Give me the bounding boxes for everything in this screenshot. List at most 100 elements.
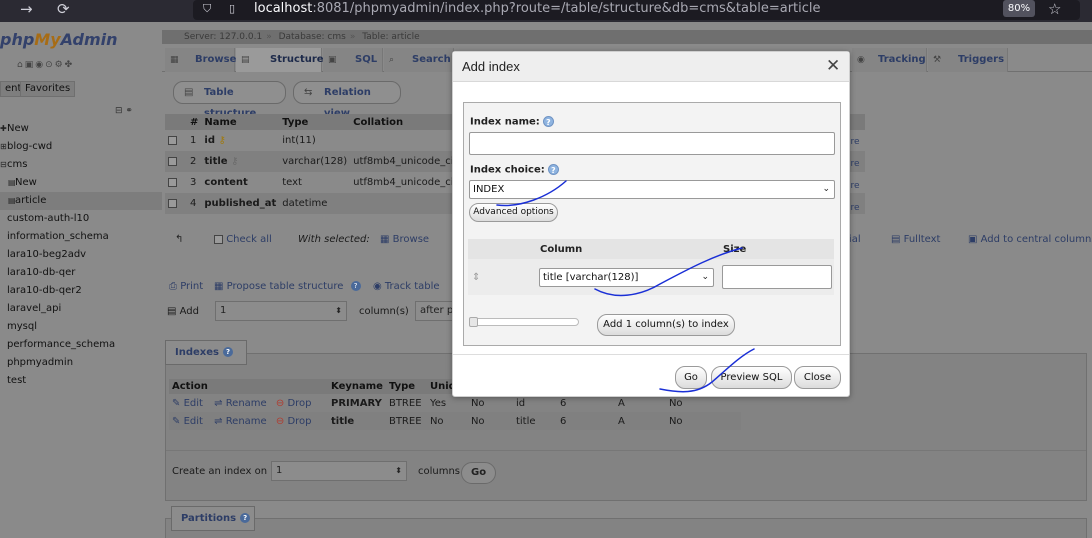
help-icon[interactable]: ? bbox=[222, 347, 233, 357]
help-icon[interactable]: ? bbox=[542, 116, 554, 127]
slider-thumb[interactable] bbox=[469, 317, 478, 327]
chevron-down-icon: ⌄ bbox=[701, 271, 709, 282]
tree-item-db[interactable]: laravel_api bbox=[0, 300, 162, 318]
page-icon: ▯ bbox=[229, 2, 236, 15]
row-checkbox[interactable] bbox=[168, 135, 177, 145]
partitions-fieldset bbox=[165, 518, 1087, 538]
collapse-link-icons[interactable]: ⊟ ⚭ bbox=[115, 106, 133, 116]
drop-icon: ⊖ bbox=[275, 397, 285, 409]
tree-item-db[interactable]: ⊞blog-cwd bbox=[0, 138, 162, 156]
index-name-label: Index name:? bbox=[470, 116, 554, 128]
create-index-go-button[interactable]: Go bbox=[461, 462, 497, 484]
add-columns-to-index-button[interactable]: Add 1 column(s) to index bbox=[597, 314, 735, 336]
with-selected-label: With selected: bbox=[298, 234, 370, 245]
breadcrumb-table[interactable]: Table: article bbox=[362, 32, 419, 42]
tree-item-db[interactable]: phpmyadmin bbox=[0, 354, 162, 372]
rename-index-button[interactable]: ⇌ Rename bbox=[214, 398, 267, 409]
idx-header-keyname: Keyname bbox=[328, 379, 386, 394]
column-header: Column bbox=[535, 239, 718, 259]
propose-structure-button[interactable]: ▦ Propose table structure ? bbox=[214, 281, 361, 295]
dialog-header[interactable]: Add index ✕ bbox=[453, 52, 849, 82]
tree-item-db[interactable]: lara10-beg2adv bbox=[0, 246, 162, 264]
rename-index-button[interactable]: ⇌ Rename bbox=[214, 416, 267, 427]
zoom-badge[interactable]: 80% bbox=[1003, 0, 1035, 17]
tab-sql[interactable]: ▣ SQL bbox=[323, 48, 383, 72]
advanced-options-button[interactable]: Advanced options bbox=[469, 203, 558, 222]
index-size-input[interactable] bbox=[722, 265, 832, 289]
tree-item-db[interactable]: ⊟cms bbox=[0, 156, 162, 174]
index-column-select[interactable]: title [varchar(128)] ⌄ bbox=[539, 267, 714, 287]
table-structure-button[interactable]: ▤Table structure bbox=[173, 81, 286, 119]
relation-view-button[interactable]: ⇆Relation view bbox=[293, 81, 401, 119]
close-button[interactable]: Close bbox=[794, 366, 841, 389]
bookmark-star-icon[interactable]: ☆ bbox=[1048, 0, 1061, 20]
tree-item-new-table[interactable]: ▤New bbox=[0, 174, 162, 192]
tree-item-db[interactable]: lara10-db-qer bbox=[0, 264, 162, 282]
tree-item-db[interactable]: test bbox=[0, 372, 162, 390]
index-key-icon: ⚷ bbox=[231, 156, 239, 167]
row-checkbox[interactable] bbox=[168, 177, 177, 187]
create-index-count-input[interactable]: 1 ⬍ bbox=[271, 461, 407, 481]
phpmyadmin-logo[interactable]: phpMyAdmin bbox=[0, 30, 118, 49]
add-column-count-input[interactable]: 1 ⬍ bbox=[215, 301, 347, 321]
database-tree: ✚New ⊞blog-cwd ⊟cms ▤New ▤article custom… bbox=[0, 120, 162, 390]
tab-favorites[interactable]: Favorites bbox=[20, 81, 76, 97]
tree-item-db[interactable]: custom-auth-l10 bbox=[0, 210, 162, 228]
breadcrumb-database[interactable]: Database: cms bbox=[279, 32, 346, 42]
go-button[interactable]: Go bbox=[675, 366, 707, 389]
row-checkbox[interactable] bbox=[168, 156, 177, 166]
row-checkbox[interactable] bbox=[168, 198, 177, 208]
partitions-legend[interactable]: Partitions? bbox=[171, 506, 255, 531]
create-index-columns-label: columns bbox=[418, 466, 461, 477]
add-after-select[interactable]: after p bbox=[415, 301, 455, 321]
check-all-checkbox[interactable] bbox=[214, 234, 223, 244]
tab-structure[interactable]: ▤ Structure bbox=[236, 48, 324, 72]
tree-item-db[interactable]: mysql bbox=[0, 318, 162, 336]
close-icon[interactable]: ✕ bbox=[826, 55, 840, 77]
tab-browse[interactable]: ▦ Browse bbox=[165, 48, 236, 72]
tree-item-db[interactable]: performance_schema bbox=[0, 336, 162, 354]
drag-handle-icon[interactable]: ⇕ bbox=[472, 272, 480, 283]
reload-icon[interactable]: ⟳ bbox=[57, 0, 70, 20]
col-header-name[interactable]: Name bbox=[201, 114, 280, 130]
drop-index-button[interactable]: ⊖ Drop bbox=[276, 398, 312, 409]
preview-sql-button[interactable]: Preview SQL bbox=[711, 366, 792, 389]
index-form: Index name:? Index choice:? INDEX ⌄ Advan… bbox=[463, 102, 841, 346]
tab-search[interactable]: ⌕ Search bbox=[384, 48, 454, 72]
tree-item-table-active[interactable]: ▤article bbox=[0, 192, 162, 210]
tree-item-new[interactable]: ✚New bbox=[0, 120, 162, 138]
edit-index-button[interactable]: ✎ Edit bbox=[172, 398, 203, 409]
edit-index-button[interactable]: ✎ Edit bbox=[172, 416, 203, 427]
col-header-collation[interactable]: Collation bbox=[350, 114, 457, 130]
column-count-slider[interactable] bbox=[469, 317, 579, 327]
help-icon[interactable]: ? bbox=[547, 164, 559, 175]
indexes-legend[interactable]: Indexes? bbox=[165, 340, 247, 365]
print-button[interactable]: ⎙ Print bbox=[169, 281, 203, 295]
nav-quick-icons[interactable]: ⌂▣◉⊙⚙✤ bbox=[17, 60, 74, 72]
forward-icon[interactable]: → bbox=[20, 0, 33, 20]
dialog-footer-divider bbox=[453, 354, 849, 355]
check-all-label[interactable]: Check all bbox=[226, 234, 272, 245]
col-header-num: # bbox=[187, 114, 202, 130]
track-table-button[interactable]: ◉ Track table bbox=[373, 281, 440, 295]
index-column-row: ⇕ title [varchar(128)] ⌄ bbox=[468, 259, 834, 295]
help-icon[interactable]: ? bbox=[240, 513, 251, 523]
drop-icon: ⊖ bbox=[275, 415, 285, 427]
browser-toolbar: → ⟳ ⛉ ▯ localhost:8081/phpmyadmin/index.… bbox=[0, 0, 1092, 22]
bulk-browse-button[interactable]: ▦ Browse bbox=[380, 234, 429, 248]
breadcrumb-server[interactable]: Server: 127.0.0.1 bbox=[184, 32, 262, 42]
tab-triggers[interactable]: ⚒ Triggers bbox=[928, 48, 1008, 72]
index-choice-select[interactable]: INDEX ⌄ bbox=[469, 180, 835, 199]
tree-item-db[interactable]: information_schema bbox=[0, 228, 162, 246]
bulk-fulltext-button[interactable]: ▤ Fulltext bbox=[891, 234, 940, 248]
tree-item-db[interactable]: lara10-db-qer2 bbox=[0, 282, 162, 300]
bulk-add-central-button[interactable]: ▣ Add to central columns bbox=[968, 234, 1092, 248]
sql-icon: ▣ bbox=[328, 55, 337, 65]
browse-icon: ▦ bbox=[170, 55, 179, 65]
index-name-input[interactable] bbox=[469, 132, 835, 155]
drop-index-button[interactable]: ⊖ Drop bbox=[276, 416, 312, 427]
help-icon[interactable]: ? bbox=[350, 281, 361, 291]
tab-tracking[interactable]: ◉ Tracking bbox=[852, 48, 927, 72]
table-row: ✎ Edit ⇌ Rename ⊖ Drop title BTREE No No… bbox=[169, 412, 741, 430]
col-header-type[interactable]: Type bbox=[279, 114, 351, 130]
